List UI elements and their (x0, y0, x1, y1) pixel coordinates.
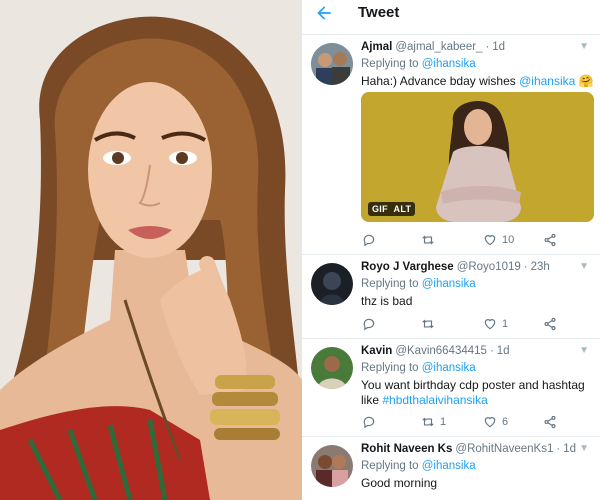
tweet-meta: Rohit Naveen Ks @RohitNaveenKs1 · 1d (361, 443, 577, 455)
reply-icon (363, 416, 375, 429)
chevron-down-icon[interactable]: ▼ (579, 261, 589, 272)
replying-to-link[interactable]: @ihansika (422, 460, 476, 472)
user-handle: @ajmal_kabeer_ (395, 41, 483, 53)
tweet-meta: Royo J Varghese @Royo1019 · 23h (361, 261, 550, 273)
tweet-text: thz is bad (361, 294, 413, 308)
like-button[interactable]: 6 (483, 415, 508, 429)
retweet-button[interactable] (421, 317, 440, 331)
heart-icon (484, 319, 496, 330)
heart-icon (484, 417, 496, 428)
reply-tweet[interactable]: Rohit Naveen Ks @RohitNaveenKs1 · 1d ▼ Repl… (302, 436, 600, 500)
reply-button[interactable] (362, 415, 381, 429)
retweet-button[interactable] (421, 233, 440, 247)
twitter-panel: Tweet Ajmal @ajmal_kabeer_ · 1d ▼ Replying … (302, 0, 600, 500)
tweet-actions: 1 (361, 317, 586, 333)
share-icon (544, 415, 556, 429)
display-name[interactable]: Ajmal (361, 41, 392, 53)
replying-to: Replying to @ihansika (361, 362, 476, 374)
chevron-down-icon[interactable]: ▼ (579, 41, 589, 52)
profile-photo (0, 0, 302, 500)
display-name[interactable]: Royo J Varghese (361, 261, 454, 273)
share-icon (544, 233, 556, 247)
timestamp: 1d (563, 443, 577, 455)
timestamp: 1d (496, 345, 510, 357)
replying-to: Replying to @ihansika (361, 460, 476, 472)
like-button[interactable]: 10 (483, 233, 514, 247)
avatar[interactable] (311, 43, 353, 85)
avatar[interactable] (311, 445, 353, 487)
mention-link[interactable]: @ihansika (519, 74, 575, 88)
reply-tweet[interactable]: Kavin @Kavin66434415 · 1d ▼ Replying to @ih… (302, 338, 600, 436)
timestamp: 23h (530, 261, 550, 273)
tweet-meta: Ajmal @ajmal_kabeer_ · 1d (361, 41, 506, 53)
user-handle: @Royo1019 (456, 261, 521, 273)
user-handle: @RohitNaveenKs1 (455, 443, 554, 455)
hashtag-link[interactable]: #hbdthalaivihansika (382, 393, 487, 407)
hugging-face-emoji: 🤗 (578, 74, 594, 88)
replying-to-link[interactable]: @ihansika (422, 278, 476, 290)
tweet-meta: Kavin @Kavin66434415 · 1d (361, 345, 510, 357)
share-icon (544, 317, 556, 331)
tweet-actions: 10 (361, 233, 586, 249)
share-button[interactable] (543, 317, 557, 331)
display-name[interactable]: Kavin (361, 345, 392, 357)
user-handle: @Kavin66434415 (395, 345, 487, 357)
replying-to: Replying to @ihansika (361, 58, 476, 70)
page-title: Tweet (358, 4, 400, 21)
retweet-icon (422, 417, 434, 427)
chevron-down-icon[interactable]: ▼ (579, 345, 589, 356)
tweet-text: Good morning (361, 476, 438, 490)
heart-icon (484, 235, 496, 246)
reply-icon (363, 234, 375, 247)
replying-to-link[interactable]: @ihansika (422, 362, 476, 374)
tweet-actions: 1 6 (361, 415, 586, 431)
replying-to-link[interactable]: @ihansika (422, 58, 476, 70)
reply-button[interactable] (362, 233, 381, 247)
reply-tweet[interactable]: Royo J Varghese @Royo1019 · 23h ▼ Replying … (302, 254, 600, 338)
display-name[interactable]: Rohit Naveen Ks (361, 443, 452, 455)
chevron-down-icon[interactable]: ▼ (579, 443, 589, 454)
replying-to: Replying to @ihansika (361, 278, 476, 290)
avatar[interactable] (311, 263, 353, 305)
like-count: 1 (502, 318, 509, 330)
retweet-icon (422, 235, 434, 245)
tweet-text: You want birthday cdp poster and hashtag… (361, 378, 585, 407)
arrow-left-icon[interactable] (314, 3, 338, 25)
tweet-text: Haha:) Advance bday wishes @ihansika 🤗 (361, 74, 594, 88)
tweet-header: Tweet (302, 0, 600, 30)
timestamp: 1d (492, 41, 506, 53)
retweet-icon (422, 319, 434, 329)
like-count: 6 (502, 416, 509, 428)
like-button[interactable]: 1 (483, 317, 508, 331)
avatar[interactable] (311, 347, 353, 389)
retweet-button[interactable]: 1 (421, 415, 446, 429)
reply-button[interactable] (362, 317, 381, 331)
share-button[interactable] (543, 415, 557, 429)
gif-media[interactable]: GIF ALT (361, 92, 594, 222)
like-count: 10 (502, 234, 515, 246)
share-button[interactable] (543, 233, 557, 247)
gif-alt-badge[interactable]: GIF ALT (368, 202, 416, 216)
retweet-count: 1 (440, 416, 447, 428)
reply-tweet[interactable]: Ajmal @ajmal_kabeer_ · 1d ▼ Replying to @ih… (302, 34, 600, 254)
reply-icon (363, 318, 375, 331)
